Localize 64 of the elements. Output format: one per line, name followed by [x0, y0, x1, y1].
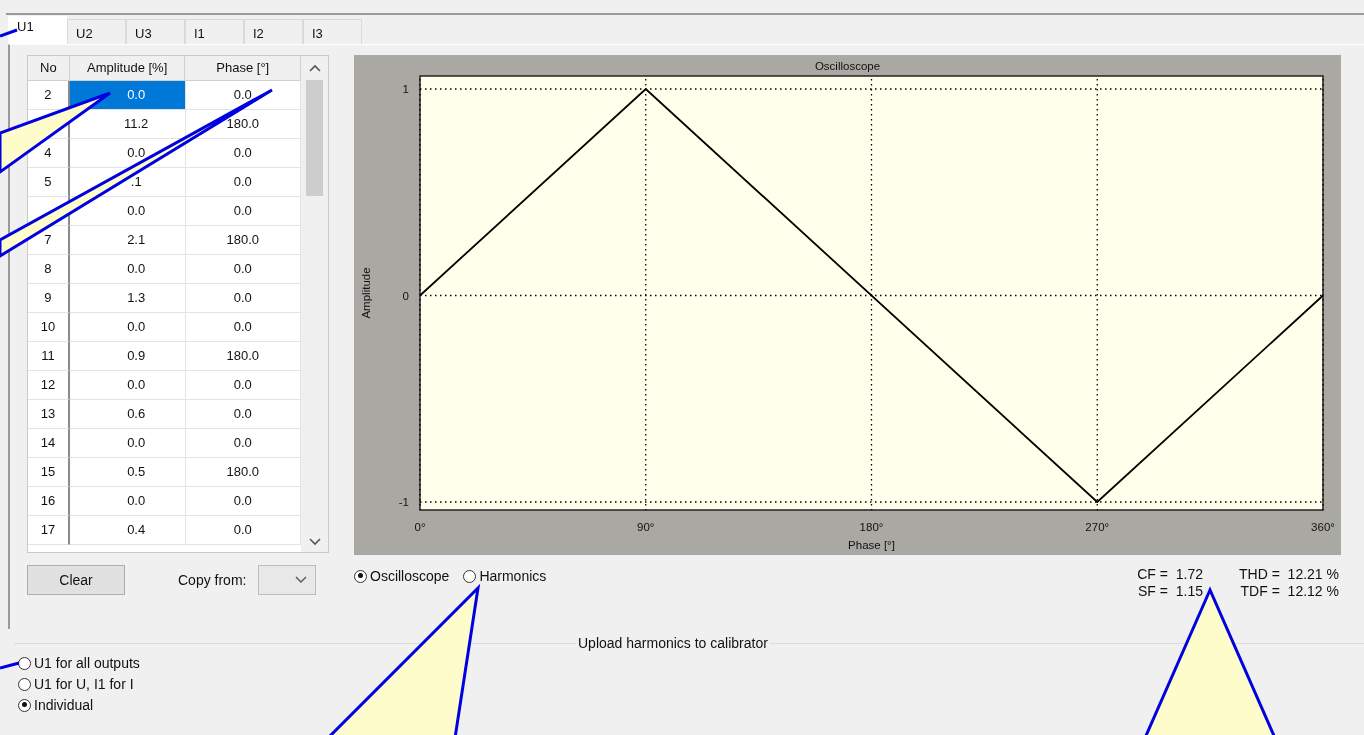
amplitude-cell[interactable]: 0.9	[69, 342, 186, 371]
x-tick-label: 0°	[414, 521, 426, 533]
y-tick-label: 0	[402, 289, 409, 302]
stat-reading: CF = 1.72	[1137, 566, 1203, 582]
y-tick-label: -1	[398, 496, 409, 508]
radio-button[interactable]	[354, 569, 367, 583]
amplitude-cell[interactable]: 0.5	[69, 458, 186, 487]
row-number-cell: 14	[28, 429, 70, 458]
column-header[interactable]: No	[28, 56, 70, 81]
radio-button[interactable]	[463, 569, 477, 583]
radio-label: U1 for U, I1 for I	[34, 676, 134, 692]
copy-from-label: Copy from:	[178, 572, 247, 588]
x-tick-label: 360°	[1311, 521, 1335, 533]
y-tick-label: 1	[402, 83, 409, 95]
radio-label: Individual	[34, 697, 94, 713]
clear-button[interactable]: Clear	[27, 565, 125, 595]
tab[interactable]: I2	[244, 19, 303, 44]
row-number-cell: 11	[28, 342, 70, 371]
amplitude-cell[interactable]: 0.0	[69, 429, 186, 458]
caret-icon	[295, 576, 308, 584]
chart-title: Oscilloscope	[814, 60, 881, 72]
row-number-cell: 10	[28, 313, 70, 342]
x-tick-label: 270°	[1085, 521, 1110, 533]
scroll-down-icon[interactable]	[308, 538, 321, 546]
radio-button[interactable]	[18, 698, 31, 712]
radio-label: U1 for all outputs	[34, 655, 140, 671]
tab[interactable]: I3	[303, 19, 362, 44]
group-title: Upload harmonics to calibrator	[576, 635, 770, 651]
amplitude-cell[interactable]: 0.0	[69, 371, 186, 400]
column-header[interactable]: Amplitude [%]	[69, 56, 186, 81]
x-tick-label: 180°	[859, 521, 884, 533]
scroll-up-icon[interactable]	[308, 64, 321, 72]
stat-reading: SF = 1.15	[1137, 583, 1203, 599]
amplitude-cell[interactable]: 1.3	[69, 284, 186, 313]
amplitude-cell[interactable]: 2.1	[69, 226, 186, 255]
amplitude-cell[interactable]: 0.4	[69, 516, 186, 545]
radio-label: Harmonics	[479, 568, 547, 584]
tab[interactable]: U1	[8, 16, 67, 44]
row-number-cell: 12	[28, 371, 70, 400]
stat-reading: THD = 12.21 %	[1239, 566, 1339, 582]
row-number-cell: 5	[28, 168, 70, 197]
row-number-cell: 15	[28, 458, 70, 487]
amplitude-cell[interactable]: 0.0	[69, 255, 186, 284]
amplitude-cell[interactable]: 0.0	[69, 487, 186, 516]
amplitude-cell[interactable]: 0.0	[69, 313, 186, 342]
tab[interactable]: I1	[185, 19, 244, 44]
x-tick-label: 90°	[637, 521, 655, 533]
tab[interactable]: U2	[67, 19, 126, 44]
column-header[interactable]: Phase [°]	[185, 56, 302, 81]
tab[interactable]: U3	[126, 19, 185, 44]
radio-label: Oscilloscope	[370, 568, 450, 584]
scrollbar-thumb[interactable]	[306, 80, 324, 196]
amplitude-cell[interactable]: 0.6	[69, 400, 186, 429]
row-number-cell: 17	[28, 516, 70, 545]
row-number-cell: 9	[28, 284, 70, 313]
row-number-cell: 16	[28, 487, 70, 516]
radio-button[interactable]	[18, 677, 31, 691]
stat-reading: TDF = 12.12 %	[1239, 583, 1339, 599]
radio-button[interactable]	[18, 656, 31, 670]
row-number-cell: 8	[28, 255, 70, 284]
scrollbar[interactable]	[301, 56, 328, 552]
y-axis-label: Amplitude	[360, 267, 372, 319]
x-axis-label: Phase [°]	[848, 539, 895, 551]
row-number-cell: 13	[28, 400, 70, 429]
